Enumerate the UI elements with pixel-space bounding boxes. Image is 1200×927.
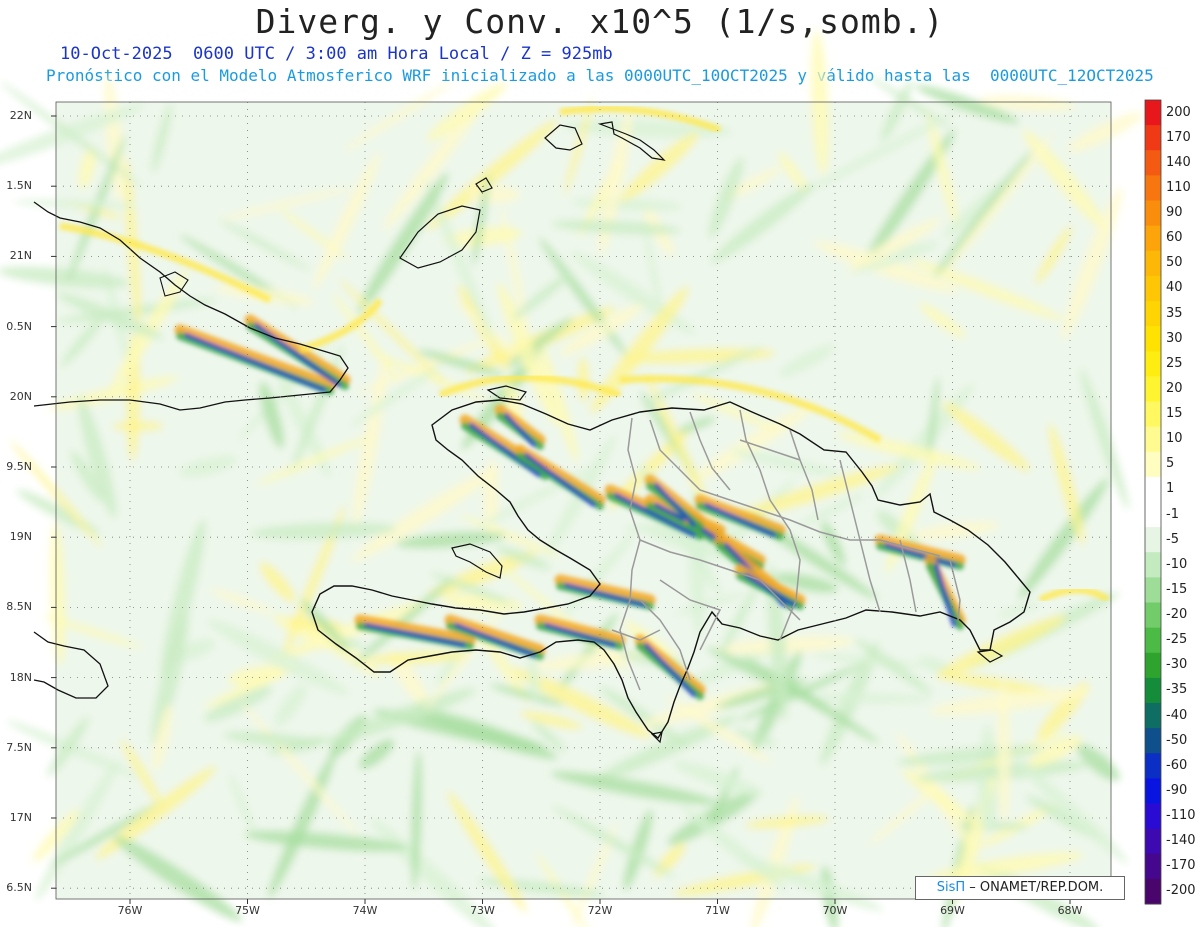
colorbar-swatch bbox=[1145, 778, 1161, 804]
colorbar-swatch bbox=[1145, 627, 1161, 654]
lat-label: 8.5N bbox=[6, 600, 32, 614]
credit-box: SisΠ – ONAMET/REP.DOM. bbox=[915, 876, 1125, 900]
lat-label: 7.5N bbox=[6, 740, 32, 754]
colorbar-label: -25 bbox=[1166, 632, 1188, 648]
colorbar-label: -10 bbox=[1166, 556, 1188, 572]
colorbar-label: 35 bbox=[1166, 305, 1183, 321]
colorbar-label: 110 bbox=[1166, 179, 1191, 195]
colorbar-label: 20 bbox=[1166, 380, 1183, 396]
colorbar-swatch bbox=[1145, 100, 1161, 126]
colorbar-label: 60 bbox=[1166, 230, 1183, 246]
lat-label: 19N bbox=[9, 530, 32, 544]
colorbar-swatch bbox=[1145, 225, 1161, 252]
colorbar-label: -200 bbox=[1166, 883, 1196, 899]
colorbar-swatch bbox=[1145, 828, 1161, 855]
colorbar-label: -1 bbox=[1166, 506, 1179, 522]
colorbar-label: 30 bbox=[1166, 330, 1183, 346]
colorbar-swatch bbox=[1145, 728, 1161, 754]
colorbar-label: -20 bbox=[1166, 607, 1188, 623]
colorbar-label: 200 bbox=[1166, 104, 1191, 120]
colorbar-swatch bbox=[1145, 250, 1161, 277]
lat-label: 22N bbox=[9, 109, 32, 122]
colorbar-label: -170 bbox=[1166, 858, 1196, 874]
colorbar-swatch bbox=[1145, 753, 1161, 779]
colorbar-label: 25 bbox=[1166, 355, 1183, 371]
colorbar-label: 15 bbox=[1166, 406, 1183, 422]
colorbar-label: 5 bbox=[1166, 456, 1175, 472]
lon-label: 68W bbox=[1057, 904, 1083, 917]
colorbar-label: 140 bbox=[1166, 154, 1191, 170]
lon-label: 69W bbox=[940, 904, 965, 917]
colorbar-label: 90 bbox=[1166, 205, 1183, 221]
colorbar-swatch bbox=[1145, 451, 1161, 478]
colorbar-swatch bbox=[1145, 150, 1161, 176]
colorbar-swatch bbox=[1145, 326, 1161, 352]
lon-label: 75W bbox=[235, 904, 260, 917]
colorbar-swatch bbox=[1145, 803, 1161, 830]
colorbar-label: -60 bbox=[1166, 757, 1188, 773]
colorbar-swatch bbox=[1145, 652, 1161, 679]
colorbar-label: -30 bbox=[1166, 657, 1188, 673]
lon-label: 71W bbox=[705, 904, 730, 917]
colorbar-swatch bbox=[1145, 275, 1161, 302]
lat-label: 21N bbox=[9, 249, 32, 263]
colorbar-label: 170 bbox=[1166, 129, 1191, 145]
lat-label: 17N bbox=[9, 811, 32, 824]
colorbar-label: 1 bbox=[1166, 481, 1175, 497]
colorbar-label: -35 bbox=[1166, 682, 1188, 698]
colorbar-swatch bbox=[1145, 853, 1161, 880]
colorbar bbox=[1144, 99, 1162, 905]
colorbar-swatch bbox=[1145, 301, 1161, 327]
colorbar-label: -15 bbox=[1166, 581, 1188, 597]
colorbar-label: 40 bbox=[1166, 280, 1183, 296]
colorbar-swatch bbox=[1145, 476, 1161, 503]
colorbar-label: 10 bbox=[1166, 431, 1183, 447]
lon-label: 74W bbox=[352, 904, 378, 917]
colorbar-swatch bbox=[1145, 677, 1161, 704]
colorbar-label: -90 bbox=[1166, 782, 1188, 798]
lat-label: 6.5N bbox=[6, 881, 32, 895]
colorbar-swatch bbox=[1145, 602, 1161, 629]
lat-label: 0.5N bbox=[6, 319, 32, 333]
lon-label: 73W bbox=[470, 904, 495, 917]
colorbar-label: -50 bbox=[1166, 732, 1188, 748]
colorbar-swatch bbox=[1145, 878, 1161, 905]
colorbar-swatch bbox=[1145, 175, 1161, 201]
colorbar-swatch bbox=[1145, 527, 1161, 553]
colorbar-label: -140 bbox=[1166, 833, 1196, 849]
colorbar-swatch bbox=[1145, 376, 1161, 402]
lon-label: 70W bbox=[822, 904, 848, 917]
lon-label: 76W bbox=[117, 904, 143, 917]
lon-label: 72W bbox=[587, 904, 613, 917]
lat-label: 20N bbox=[9, 389, 32, 403]
sispi-logo: SisΠ bbox=[936, 880, 966, 895]
colorbar-label: 50 bbox=[1166, 255, 1183, 271]
colorbar-swatch bbox=[1145, 351, 1161, 377]
colorbar-swatch bbox=[1145, 577, 1161, 603]
credit-org: – ONAMET/REP.DOM. bbox=[965, 880, 1104, 895]
colorbar-swatch bbox=[1145, 125, 1161, 151]
lat-label: 1.5N bbox=[6, 179, 32, 193]
lat-label: 9.5N bbox=[6, 460, 32, 473]
colorbar-swatch bbox=[1145, 552, 1161, 578]
colorbar-swatch bbox=[1145, 401, 1161, 428]
colorbar-swatch bbox=[1145, 703, 1161, 729]
colorbar-swatch bbox=[1145, 426, 1161, 453]
lat-label: 18N bbox=[9, 670, 32, 684]
divergence-map bbox=[0, 30, 1162, 927]
colorbar-swatch bbox=[1145, 200, 1161, 227]
colorbar-label: -110 bbox=[1166, 808, 1196, 824]
colorbar-swatch bbox=[1145, 502, 1161, 528]
colorbar-label: -40 bbox=[1166, 707, 1188, 723]
colorbar-label: -5 bbox=[1166, 531, 1179, 547]
